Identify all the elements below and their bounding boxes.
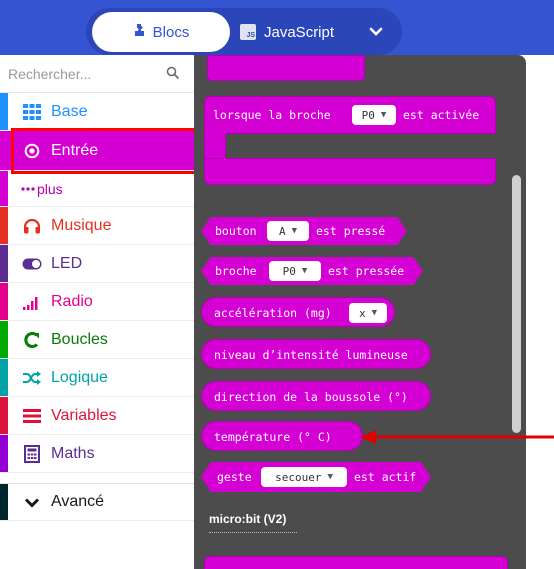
caret-down-icon: ▼ — [371, 308, 378, 318]
block-text: bouton — [215, 224, 257, 238]
list-icon — [22, 407, 42, 425]
button-pressed-block[interactable]: bouton A ▼ est pressé — [201, 217, 407, 245]
toggle-icon — [22, 255, 42, 273]
event-block-spine — [204, 133, 226, 159]
sidebar-item-avance[interactable]: Avancé — [0, 483, 194, 521]
block-text: est pressée — [328, 264, 405, 278]
sidebar-item-boucles[interactable]: Boucles — [0, 321, 194, 359]
block-text: lorsque la broche — [213, 108, 331, 122]
block-text: niveau d’intensité lumineuse — [214, 348, 408, 362]
sidebar-item-label: Variables — [51, 406, 117, 424]
sidebar-item-label: Maths — [51, 444, 95, 462]
button-dropdown[interactable]: A ▼ — [267, 221, 309, 241]
compass-heading-block[interactable]: direction de la boussole (°) — [201, 381, 431, 411]
tab-javascript[interactable]: JS JavaScript — [236, 12, 356, 52]
section-divider — [209, 532, 297, 533]
target-icon — [22, 142, 42, 160]
dots-icon — [18, 180, 38, 198]
dropdown-value: secouer — [275, 470, 322, 484]
category-color-bar — [0, 484, 8, 520]
editor-header: Blocs JS JavaScript — [0, 0, 554, 57]
refresh-icon — [22, 331, 42, 349]
gesture-dropdown[interactable]: secouer ▼ — [261, 467, 347, 487]
pin-pressed-block[interactable]: broche P0 ▼ est pressée — [201, 257, 423, 285]
more-languages-button[interactable] — [356, 12, 396, 52]
sidebar-item-variables[interactable]: Variables — [0, 397, 194, 435]
dropdown-value: P0 — [282, 264, 296, 278]
sidebar-item-label: Avancé — [51, 493, 105, 510]
sidebar-item-label: Musique — [51, 216, 112, 234]
caret-down-icon: ▼ — [301, 266, 308, 276]
headphones-icon — [22, 217, 42, 235]
toolbox-search — [0, 55, 194, 93]
block-text: est activée — [403, 108, 480, 122]
caret-down-icon: ▼ — [291, 226, 298, 236]
category-color-bar — [0, 283, 8, 320]
caret-down-icon: ▼ — [380, 110, 387, 120]
sidebar-item-label: Base — [51, 102, 88, 120]
pin-dropdown[interactable]: P0 ▼ — [352, 105, 396, 125]
block-text: est actif — [354, 470, 417, 484]
category-color-bar — [0, 435, 8, 472]
sidebar-item-label: Logique — [51, 368, 108, 386]
event-block-footer — [204, 158, 496, 185]
sidebar-item-label: Radio — [51, 292, 93, 310]
light-level-block[interactable]: niveau d’intensité lumineuse — [201, 339, 431, 369]
tab-blocks[interactable]: Blocs — [92, 12, 230, 52]
category-color-bar — [0, 171, 8, 206]
partial-event-block[interactable] — [207, 55, 365, 81]
category-color-bar — [0, 397, 8, 434]
gesture-block[interactable]: geste secouer ▼ est actif — [201, 462, 431, 492]
sidebar-item-logique[interactable]: Logique — [0, 359, 194, 397]
sidebar-item-base[interactable]: Base — [0, 93, 194, 131]
chevron-down-icon — [22, 494, 42, 512]
block-text: température (° C) — [214, 430, 332, 444]
sidebar-item-maths[interactable]: Maths — [0, 435, 194, 473]
sidebar-item-label: Boucles — [51, 330, 108, 348]
caret-down-icon: ▼ — [327, 472, 333, 482]
signal-bars-icon — [22, 293, 42, 311]
chevron-down-icon — [369, 27, 383, 36]
sidebar-item-led[interactable]: LED — [0, 245, 194, 283]
tab-javascript-label: JavaScript — [264, 23, 335, 41]
sidebar-item-radio[interactable]: Radio — [0, 283, 194, 321]
dropdown-value: A — [278, 224, 286, 238]
sidebar-item-musique[interactable]: Musique — [0, 207, 194, 245]
on-pin-pressed-block[interactable]: lorsque la broche P0 ▼ est activée — [204, 96, 496, 134]
axis-dropdown[interactable]: x ▼ — [349, 303, 387, 323]
search-input[interactable] — [8, 61, 158, 87]
block-text: broche — [215, 264, 257, 278]
temperature-block[interactable]: température (° C) — [201, 421, 363, 451]
category-color-bar — [0, 359, 8, 396]
sidebar-item-label: Entrée — [51, 141, 99, 159]
toolbox-sidebar: Base Entrée plus Musiq — [0, 55, 194, 569]
block-text: direction de la boussole (°) — [214, 390, 408, 404]
js-file-icon: JS — [240, 24, 256, 40]
search-icon[interactable] — [166, 66, 180, 80]
shuffle-icon — [22, 369, 42, 387]
dropdown-value: P0 — [361, 108, 375, 122]
sidebar-item-label: LED — [51, 254, 83, 272]
sidebar-item-entree[interactable]: Entrée — [0, 131, 194, 171]
tab-blocks-label: Blocs — [152, 23, 190, 41]
flyout-scrollbar[interactable] — [512, 175, 521, 433]
sidebar-item-plus[interactable]: plus — [0, 171, 194, 207]
section-label: micro:bit (V2) — [209, 512, 287, 526]
acceleration-block[interactable]: accélération (mg) x ▼ — [201, 297, 395, 327]
pin-dropdown[interactable]: P0 ▼ — [269, 261, 321, 281]
category-color-bar — [0, 207, 8, 244]
sidebar-item-label: plus — [37, 180, 63, 197]
partial-bottom-block[interactable] — [204, 556, 508, 569]
annotation-arrow-icon — [360, 430, 554, 444]
category-color-bar — [0, 93, 8, 130]
block-text: geste — [217, 470, 252, 484]
dropdown-value: x — [358, 306, 366, 320]
grid-icon — [22, 103, 42, 121]
calculator-icon — [22, 445, 42, 463]
category-color-bar — [0, 321, 8, 358]
block-text: est pressé — [316, 224, 386, 238]
category-color-bar — [0, 245, 8, 282]
puzzle-piece-icon — [133, 23, 147, 41]
block-text: accélération (mg) — [214, 306, 332, 320]
